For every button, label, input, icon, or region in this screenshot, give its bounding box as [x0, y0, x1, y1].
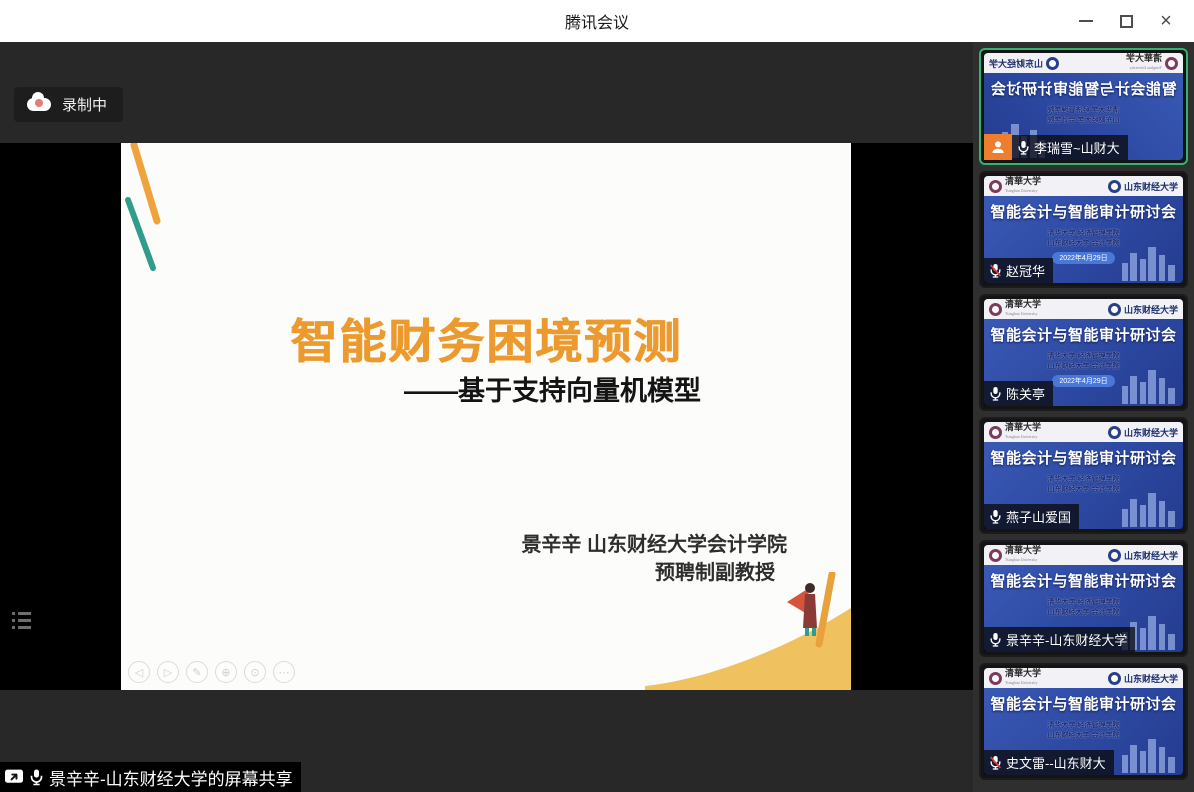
- slide-next-icon: ▷: [157, 661, 179, 683]
- mic-muted-icon: [989, 755, 1002, 770]
- sdufe-logo-icon: [1046, 57, 1059, 70]
- sdufe-logo-icon: [1108, 426, 1121, 439]
- participant-name-bar: 陈关亭: [984, 381, 1053, 406]
- slide-subtitle: ——基于支持向量机模型: [121, 369, 701, 408]
- participants-sidebar: 清華大学Tsinghua University 山东财经大学 智能会计与智能审计…: [973, 42, 1194, 792]
- screen-share-icon: [4, 768, 24, 786]
- tsinghua-logo-icon: [989, 426, 1002, 439]
- tsinghua-logo-icon: [989, 672, 1002, 685]
- close-button[interactable]: ×: [1146, 0, 1186, 42]
- sdufe-logo-icon: [1108, 303, 1121, 316]
- maximize-icon: [1120, 15, 1133, 28]
- main-stage: 录制中 智能财务困境预测 ——基于支持向量机模型 景辛辛 山东财经大学会计学院 …: [0, 42, 973, 792]
- participant-name-bar: 史文雷--山东财大: [984, 750, 1114, 775]
- mic-on-icon: [989, 632, 1002, 647]
- participant-tile-6[interactable]: 清華大学Tsinghua University 山东财经大学 智能会计与智能审计…: [979, 663, 1188, 780]
- window-titlebar: 腾讯会议 ×: [0, 0, 1194, 42]
- mic-on-icon: [1017, 140, 1030, 155]
- participant-tile-2[interactable]: 清華大学Tsinghua University 山东财经大学 智能会计与智能审计…: [979, 171, 1188, 288]
- slide-pointer-icon: ⊕: [215, 661, 237, 683]
- screen-share-bar: 景辛辛-山东财经大学的屏幕共享: [0, 762, 301, 792]
- participant-name: 赵冠华: [1006, 261, 1045, 280]
- sdufe-logo-icon: [1108, 549, 1121, 562]
- participant-name-bar: 景辛辛-山东财经大学: [984, 627, 1135, 652]
- sdufe-logo-icon: [1108, 180, 1121, 193]
- cloud-recording-icon: [27, 98, 51, 111]
- slide-author-line: 景辛辛 山东财经大学会计学院: [521, 531, 787, 559]
- recording-indicator[interactable]: 录制中: [14, 87, 123, 122]
- mic-on-icon: [989, 386, 1002, 401]
- shared-screen: 智能财务困境预测 ——基于支持向量机模型 景辛辛 山东财经大学会计学院 预聘制副…: [0, 143, 973, 690]
- close-icon: ×: [1160, 11, 1172, 31]
- minimize-button[interactable]: [1066, 0, 1106, 42]
- window-title: 腾讯会议: [565, 9, 629, 33]
- participant-tile-5[interactable]: 清華大学Tsinghua University 山东财经大学 智能会计与智能审计…: [979, 540, 1188, 657]
- skyline-graphic: [1120, 491, 1180, 527]
- recording-label: 录制中: [62, 94, 107, 115]
- participant-name: 燕子山爱国: [1006, 507, 1071, 526]
- participant-name: 史文雷--山东财大: [1006, 753, 1106, 772]
- participant-tile-4[interactable]: 清華大学Tsinghua University 山东财经大学 智能会计与智能审计…: [979, 417, 1188, 534]
- participant-tile-3[interactable]: 清華大学Tsinghua University 山东财经大学 智能会计与智能审计…: [979, 294, 1188, 411]
- tsinghua-logo-icon: [989, 180, 1002, 193]
- slide-author-title: 预聘制副教授: [521, 559, 775, 587]
- skyline-graphic: [1120, 368, 1180, 404]
- participant-name: 景辛辛-山东财经大学: [1006, 630, 1127, 649]
- mic-muted-icon: [989, 263, 1002, 278]
- meeting-window: 录制中 智能财务困境预测 ——基于支持向量机模型 景辛辛 山东财经大学会计学院 …: [0, 42, 1194, 792]
- participant-name-bar: 李瑞雪~山财大: [1012, 135, 1128, 160]
- slide-zoom-icon: ⊙: [244, 661, 266, 683]
- maximize-button[interactable]: [1106, 0, 1146, 42]
- minimize-icon: [1079, 20, 1093, 22]
- participant-name: 陈关亭: [1006, 384, 1045, 403]
- presenter-badge-icon: [984, 134, 1012, 160]
- traveler-illustration: [779, 572, 837, 650]
- participant-name-bar: 燕子山爱国: [984, 504, 1079, 529]
- tsinghua-logo-icon: [1165, 57, 1178, 70]
- annotation-list-icon[interactable]: [12, 612, 31, 629]
- screen-share-label: 景辛辛-山东财经大学的屏幕共享: [49, 765, 293, 790]
- participant-tile-1[interactable]: 清華大学Tsinghua University 山东财经大学 智能会计与智能审计…: [979, 48, 1188, 165]
- tsinghua-logo-icon: [989, 549, 1002, 562]
- slide-decorative-lines: [121, 143, 201, 283]
- slide-toolbar: ◁ ▷ ✎ ⊕ ⊙ ⋯: [128, 661, 295, 683]
- slide-more-icon: ⋯: [273, 661, 295, 683]
- skyline-graphic: [1120, 737, 1180, 773]
- slide-title: 智能财务困境预测: [121, 303, 851, 372]
- slide-pen-icon: ✎: [186, 661, 208, 683]
- presentation-slide: 智能财务困境预测 ——基于支持向量机模型 景辛辛 山东财经大学会计学院 预聘制副…: [121, 143, 851, 690]
- window-controls: ×: [1066, 0, 1186, 42]
- mic-on-icon: [989, 509, 1002, 524]
- participant-name: 李瑞雪~山财大: [1034, 138, 1120, 157]
- sdufe-logo-icon: [1108, 672, 1121, 685]
- participant-name-bar: 赵冠华: [984, 258, 1053, 283]
- skyline-graphic: [1120, 245, 1180, 281]
- microphone-icon: [29, 768, 44, 786]
- tsinghua-logo-icon: [989, 303, 1002, 316]
- slide-author-block: 景辛辛 山东财经大学会计学院 预聘制副教授: [521, 531, 787, 587]
- slide-prev-icon: ◁: [128, 661, 150, 683]
